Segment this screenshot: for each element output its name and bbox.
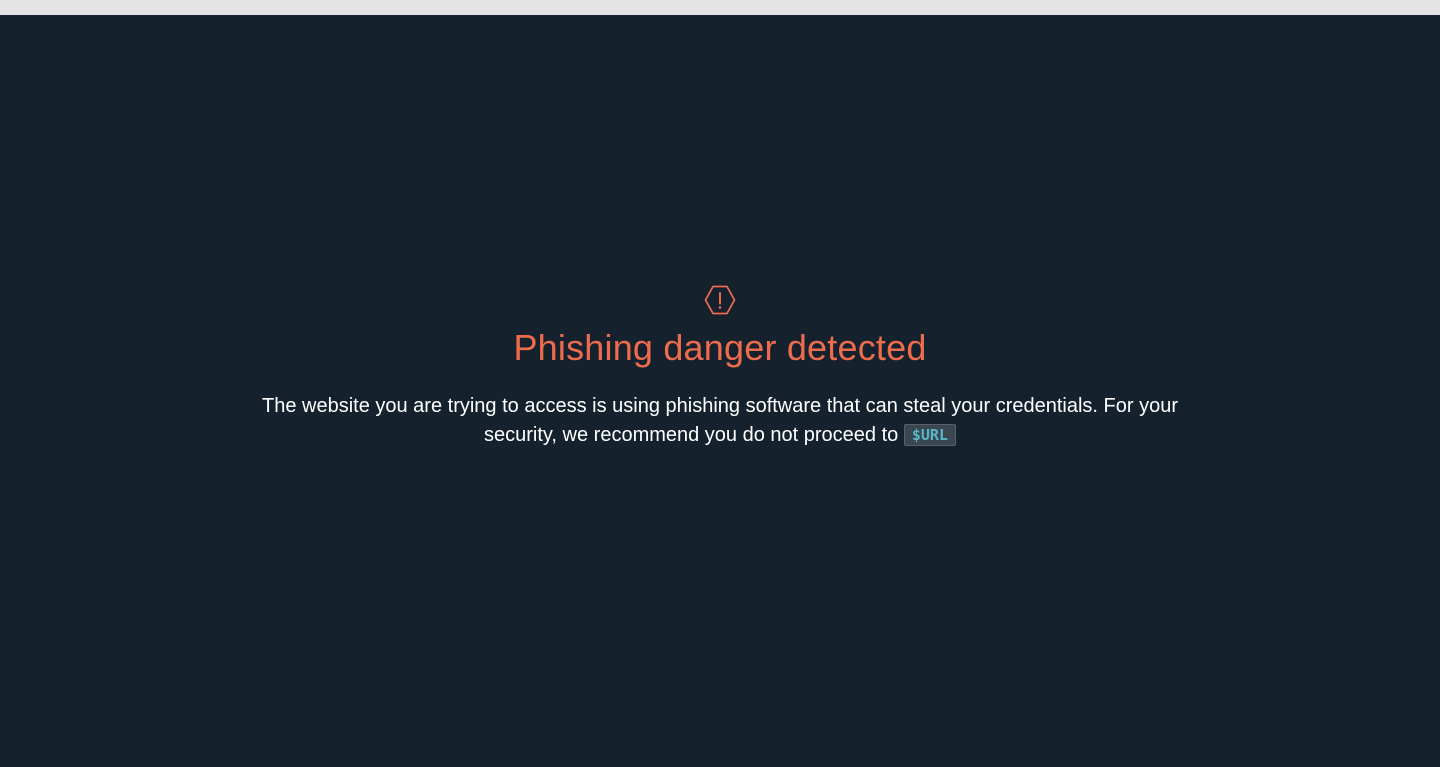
warning-content: Phishing danger detected The website you… (0, 285, 1440, 450)
page-title: Phishing danger detected (513, 327, 927, 368)
warning-message: The website you are trying to access is … (230, 392, 1210, 450)
url-placeholder: $URL (903, 424, 956, 446)
top-strip (0, 0, 1440, 15)
warning-message-text: The website you are trying to access is … (261, 395, 1178, 446)
warning-hexagon-icon (704, 285, 736, 315)
warning-page: Phishing danger detected The website you… (0, 15, 1440, 767)
